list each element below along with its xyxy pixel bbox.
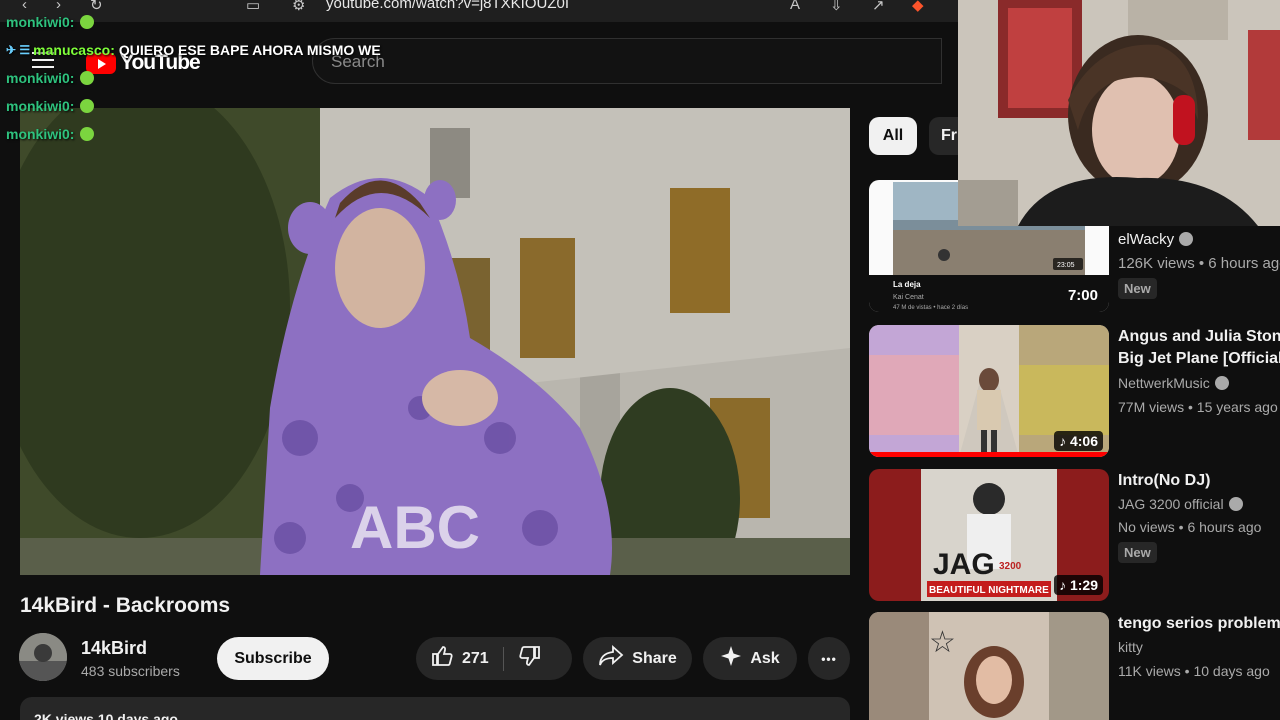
- chat-message: ✈ ☰ manucasco: QUIERO ESE BAPE AHORA MISMO…: [6, 36, 381, 64]
- avatar-image: [19, 633, 67, 681]
- video-meta: No views • 6 hours ago: [1118, 519, 1262, 535]
- webcam-overlay: [958, 0, 1280, 226]
- video-title[interactable]: Angus and Julia Stone: [1118, 325, 1280, 348]
- more-horizontal-icon: •••: [821, 651, 837, 666]
- new-badge: New: [1118, 542, 1157, 563]
- video-thumbnail[interactable]: ☆: [869, 612, 1109, 720]
- emote-icon: [80, 71, 95, 85]
- channel-name[interactable]: kitty: [1118, 639, 1143, 655]
- thumbs-down-icon: [518, 644, 542, 673]
- video-frame: ABC: [20, 108, 850, 575]
- verified-icon: [1228, 497, 1243, 511]
- video-title[interactable]: Intro(No DJ): [1118, 469, 1210, 492]
- chat-username[interactable]: monkiwi0:: [6, 14, 74, 30]
- screen: ‹ › ↻ ▭ ⚙ youtube.com/watch?v=j8TXKIOUZ0…: [0, 0, 1280, 720]
- music-icon: ♪: [1059, 577, 1070, 593]
- recommendation-item[interactable]: JAG 3200 BEAUTIFUL NIGHTMARE ♪ 1:29 Intr…: [869, 469, 1280, 601]
- webcam-image: [958, 0, 1280, 226]
- like-count: 271: [462, 649, 489, 667]
- chat-username[interactable]: monkiwi0:: [6, 98, 74, 114]
- channel-name[interactable]: NettwerkMusic: [1118, 375, 1229, 391]
- chat-user-badges: ✈ ☰: [6, 43, 31, 57]
- video-meta: 11K views • 10 days ago: [1118, 663, 1270, 679]
- video-meta: 126K views • 6 hours ago: [1118, 255, 1280, 272]
- sparkle-icon: [720, 645, 742, 672]
- like-separator: [502, 646, 504, 671]
- video-duration: ♪ 1:29: [1054, 575, 1103, 595]
- svg-text:Kai Cenat: Kai Cenat: [893, 294, 924, 301]
- chip-all[interactable]: All: [869, 117, 917, 155]
- video-thumbnail[interactable]: ♪ 4:06: [869, 325, 1109, 457]
- chat-message: monkiwi0:: [6, 64, 381, 92]
- dislike-button[interactable]: [518, 644, 550, 673]
- video-duration: 7:00: [1067, 287, 1098, 304]
- chat-message: monkiwi0:: [6, 92, 381, 120]
- emote-icon: [80, 127, 95, 141]
- verified-icon: [1179, 232, 1194, 246]
- svg-text:3200: 3200: [999, 561, 1022, 572]
- brave-shield-icon[interactable]: ◆: [912, 0, 924, 14]
- video-thumbnail[interactable]: JAG 3200 BEAUTIFUL NIGHTMARE ♪ 1:29: [869, 469, 1109, 601]
- like-dislike-group: 271: [416, 637, 572, 680]
- svg-text:☆: ☆: [929, 626, 956, 659]
- share-icon: [598, 644, 624, 672]
- description-preview: 2K views 10 days ago: [34, 711, 178, 720]
- thumbs-up-icon: [430, 644, 454, 673]
- chat-text: QUIERO ESE BAPE AHORA MISMO WE: [118, 42, 381, 58]
- share-page-icon[interactable]: ↗: [872, 0, 885, 14]
- description-box[interactable]: 2K views 10 days ago: [20, 697, 850, 720]
- translate-icon[interactable]: A: [790, 0, 800, 13]
- svg-text:JAG: JAG: [933, 548, 995, 581]
- recommendation-item[interactable]: ♪ 4:06 Angus and Julia Stone Big Jet Pla…: [869, 325, 1280, 457]
- new-badge: New: [1118, 278, 1157, 299]
- verified-icon: [1214, 376, 1229, 390]
- like-button[interactable]: 271: [416, 644, 489, 673]
- svg-text:BEAUTIFUL NIGHTMARE: BEAUTIFUL NIGHTMARE: [929, 585, 1049, 596]
- chat-message: monkiwi0:: [6, 8, 381, 36]
- svg-text:La deja: La deja: [893, 280, 921, 289]
- subscribe-button[interactable]: Subscribe: [217, 637, 329, 680]
- channel-avatar[interactable]: [19, 633, 67, 681]
- svg-text:ABC: ABC: [350, 494, 480, 561]
- channel-name[interactable]: JAG 3200 official: [1118, 496, 1243, 512]
- video-title-line2[interactable]: Big Jet Plane [Official: [1118, 347, 1280, 370]
- video-player[interactable]: ABC: [20, 108, 850, 575]
- video-duration: ♪ 4:06: [1054, 431, 1103, 451]
- ask-label: Ask: [750, 649, 780, 667]
- channel-name[interactable]: 14kBird: [81, 638, 147, 659]
- svg-text:23:05: 23:05: [1057, 262, 1075, 269]
- chat-username[interactable]: manucasco:: [33, 42, 115, 58]
- video-title[interactable]: tengo serios problema: [1118, 612, 1280, 635]
- video-title: 14kBird - Backrooms: [20, 594, 231, 617]
- share-label: Share: [632, 649, 677, 667]
- emote-icon: [80, 99, 95, 113]
- music-icon: ♪: [1059, 433, 1070, 449]
- share-button[interactable]: Share: [583, 637, 692, 680]
- subscriber-count: 483 subscribers: [81, 663, 180, 679]
- thumbnail-image: ☆: [869, 612, 1109, 720]
- search-input[interactable]: Search: [312, 38, 942, 84]
- recommendation-item[interactable]: ☆ tengo serios problema kitty 11K views …: [869, 612, 1280, 720]
- chat-username[interactable]: monkiwi0:: [6, 126, 74, 142]
- ask-button[interactable]: Ask: [703, 637, 797, 680]
- svg-text:47 M de vistas • hace 2 días: 47 M de vistas • hace 2 días: [893, 305, 968, 311]
- install-icon[interactable]: ⇩: [830, 0, 843, 14]
- more-actions-button[interactable]: •••: [808, 637, 850, 680]
- chat-message: monkiwi0:: [6, 120, 381, 148]
- chat-username[interactable]: monkiwi0:: [6, 70, 74, 86]
- video-meta: 77M views • 15 years ago: [1118, 399, 1278, 415]
- emote-icon: [80, 15, 95, 29]
- channel-name[interactable]: elWacky: [1118, 231, 1194, 248]
- stream-chat-overlay: monkiwi0: ✈ ☰ manucasco: QUIERO ESE BAPE AH…: [6, 8, 381, 148]
